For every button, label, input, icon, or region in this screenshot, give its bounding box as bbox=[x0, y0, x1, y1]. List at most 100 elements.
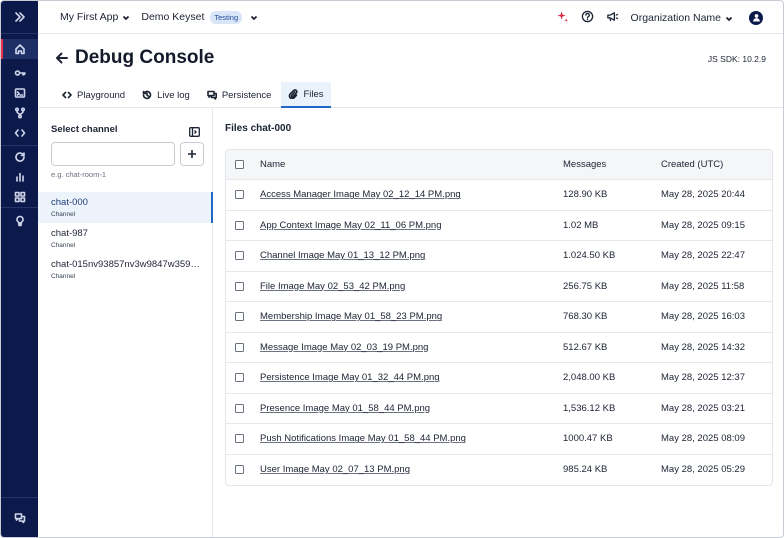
rail-item-insights[interactable] bbox=[1, 167, 38, 187]
column-header-created[interactable]: Created (UTC) bbox=[661, 159, 723, 170]
table-row: Membership Image May 01_58_23 PM.png 768… bbox=[226, 302, 772, 333]
rail-item-home[interactable] bbox=[1, 39, 38, 59]
panel-toggle-icon bbox=[189, 127, 200, 137]
rail-item-console[interactable] bbox=[1, 83, 38, 103]
left-rail bbox=[1, 1, 38, 537]
home-icon bbox=[14, 44, 25, 55]
tab-persistence[interactable]: Persistence bbox=[200, 82, 279, 108]
row-checkbox[interactable] bbox=[235, 342, 244, 352]
file-name-link[interactable]: Access Manager Image May 02_12_14 PM.png bbox=[260, 189, 563, 200]
chevron-down-icon bbox=[122, 13, 130, 21]
file-name-link[interactable]: Push Notifications Image May 01_58_44 PM… bbox=[260, 433, 563, 444]
row-checkbox[interactable] bbox=[235, 312, 244, 322]
chevron-down-icon bbox=[725, 14, 733, 22]
select-all-checkbox[interactable] bbox=[235, 160, 244, 169]
row-checkbox[interactable] bbox=[235, 434, 244, 444]
channel-input[interactable] bbox=[51, 142, 175, 166]
keyset-selector[interactable]: Demo Keyset Testing bbox=[141, 10, 258, 24]
bar-chart-icon bbox=[15, 172, 24, 182]
channel-name: chat-015nv93857nv3w9847w3597... bbox=[51, 259, 200, 270]
rail-item-functions[interactable] bbox=[1, 103, 38, 123]
file-size: 2,048.00 KB bbox=[563, 372, 616, 384]
file-created: May 28, 2025 09:15 bbox=[661, 219, 745, 231]
file-size: 256.75 KB bbox=[563, 280, 608, 292]
rail-item-debug[interactable] bbox=[1, 123, 38, 143]
rail-divider bbox=[1, 207, 38, 208]
rail-item-keys[interactable] bbox=[1, 63, 38, 83]
expand-rail-button[interactable] bbox=[1, 7, 38, 27]
file-name-link[interactable]: Channel Image May 01_13_12 PM.png bbox=[260, 250, 563, 261]
file-size: 1.02 MB bbox=[563, 219, 599, 231]
row-checkbox[interactable] bbox=[235, 220, 244, 230]
rail-item-apps[interactable] bbox=[1, 187, 38, 207]
rail-divider bbox=[1, 497, 38, 498]
branch-icon bbox=[14, 107, 25, 119]
sparkles-icon bbox=[556, 10, 568, 22]
keyset-badge: Testing bbox=[210, 10, 243, 24]
table-row: Persistence Image May 01_32_44 PM.png 2,… bbox=[226, 363, 772, 394]
channel-item[interactable]: chat-015nv93857nv3w9847w3597... Channel bbox=[38, 254, 213, 285]
file-created: May 28, 2025 05:29 bbox=[661, 464, 745, 476]
row-checkbox[interactable] bbox=[235, 403, 244, 413]
table-row: Access Manager Image May 02_12_14 PM.png… bbox=[226, 180, 772, 211]
chevron-down-icon bbox=[250, 13, 258, 21]
row-checkbox[interactable] bbox=[235, 465, 244, 475]
keyset-icon bbox=[14, 70, 26, 76]
plus-icon bbox=[188, 150, 196, 158]
rail-item-feedback[interactable] bbox=[1, 508, 38, 528]
collapse-panel-button[interactable] bbox=[189, 124, 200, 137]
page-header: Debug Console JS SDK: 10.2.9 Playground … bbox=[38, 34, 783, 108]
tab-playground[interactable]: Playground bbox=[55, 82, 132, 108]
file-created: May 28, 2025 11:58 bbox=[661, 280, 745, 292]
chat-bubbles-icon bbox=[14, 513, 25, 524]
back-button[interactable] bbox=[55, 51, 69, 65]
app-window: My First App Demo Keyset Testing Organiz… bbox=[0, 0, 784, 538]
double-chevron-right-icon bbox=[14, 12, 25, 22]
channel-type: Channel bbox=[51, 211, 76, 218]
grid-icon bbox=[14, 191, 25, 203]
tab-live-log[interactable]: Live log bbox=[135, 82, 197, 108]
tab-files[interactable]: Files bbox=[281, 82, 331, 108]
app-selector[interactable]: My First App bbox=[60, 11, 130, 23]
chat-icon bbox=[207, 90, 217, 100]
help-button[interactable] bbox=[581, 10, 594, 26]
sdk-version: JS SDK: 10.2.9 bbox=[707, 54, 766, 64]
channel-item[interactable]: chat-000 Channel bbox=[38, 192, 213, 223]
announcements-button[interactable] bbox=[606, 10, 619, 26]
row-checkbox[interactable] bbox=[235, 281, 244, 291]
file-name-link[interactable]: Membership Image May 01_58_23 PM.png bbox=[260, 311, 563, 322]
table-row: Push Notifications Image May 01_58_44 PM… bbox=[226, 424, 772, 455]
keyset-name: Demo Keyset bbox=[141, 11, 205, 23]
table-row: File Image May 02_53_42 PM.png 256.75 KB… bbox=[226, 272, 772, 302]
file-name-link[interactable]: App Context Image May 02_11_06 PM.png bbox=[260, 220, 563, 231]
top-bar: My First App Demo Keyset Testing Organiz… bbox=[38, 1, 783, 34]
row-checkbox[interactable] bbox=[235, 251, 244, 261]
rail-item-sync[interactable] bbox=[1, 147, 38, 167]
channel-type: Channel bbox=[51, 273, 76, 280]
sync-icon bbox=[14, 152, 25, 162]
org-selector[interactable]: Organization Name bbox=[631, 12, 733, 24]
row-checkbox[interactable] bbox=[235, 373, 244, 383]
file-created: May 28, 2025 20:44 bbox=[661, 189, 745, 201]
table-row: Message Image May 02_03_19 PM.png 512.67… bbox=[226, 333, 772, 363]
file-name-link[interactable]: Presence Image May 01_58_44 PM.png bbox=[260, 403, 563, 414]
channel-list: chat-000 Channel chat-987 Channel chat-0… bbox=[38, 192, 213, 285]
file-name-link[interactable]: Persistence Image May 01_32_44 PM.png bbox=[260, 372, 563, 383]
file-name-link[interactable]: Message Image May 02_03_19 PM.png bbox=[260, 342, 563, 353]
file-created: May 28, 2025 14:32 bbox=[661, 341, 745, 353]
file-name-link[interactable]: File Image May 02_53_42 PM.png bbox=[260, 281, 563, 292]
user-icon bbox=[752, 14, 760, 22]
table-row: App Context Image May 02_11_06 PM.png 1.… bbox=[226, 211, 772, 241]
user-avatar[interactable] bbox=[749, 10, 763, 25]
channel-name: chat-987 bbox=[51, 228, 88, 239]
add-channel-button[interactable] bbox=[180, 142, 204, 166]
channel-item[interactable]: chat-987 Channel bbox=[38, 223, 213, 254]
tab-label: Persistence bbox=[221, 89, 272, 101]
column-header-messages[interactable]: Messages bbox=[563, 159, 661, 170]
column-header-name[interactable]: Name bbox=[260, 159, 563, 170]
row-checkbox[interactable] bbox=[235, 190, 244, 200]
rail-item-ideas[interactable] bbox=[1, 211, 38, 231]
files-table: Name Messages Created (UTC) Access Manag… bbox=[225, 149, 773, 486]
file-name-link[interactable]: User Image May 02_07_13 PM.png bbox=[260, 464, 563, 475]
ai-assistant-button[interactable] bbox=[556, 10, 569, 26]
